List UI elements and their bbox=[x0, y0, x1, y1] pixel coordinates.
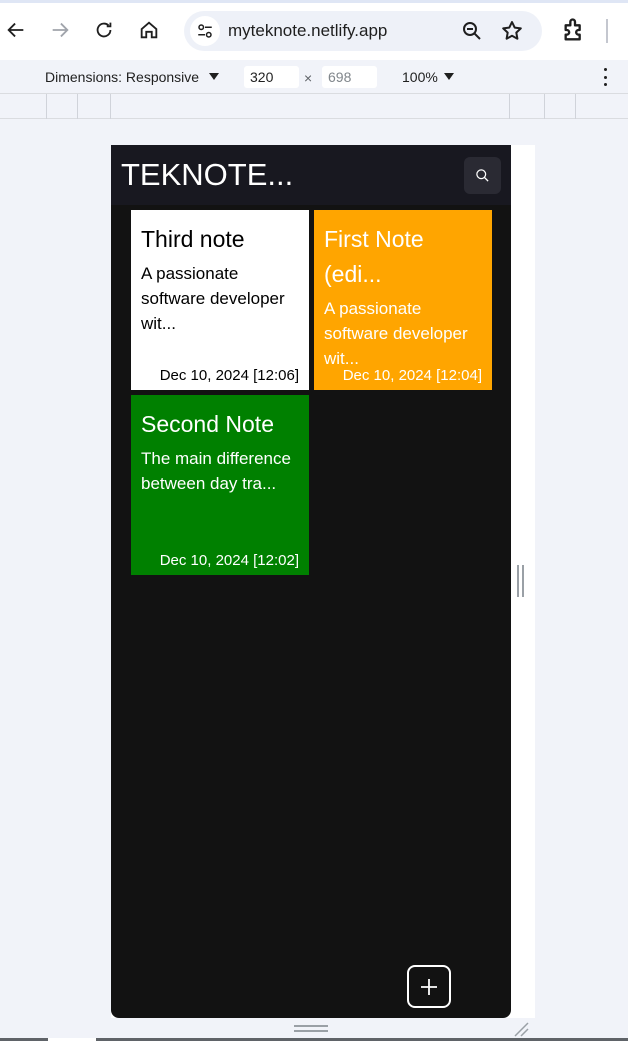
extensions-puzzle-icon bbox=[564, 18, 581, 41]
dimensions-dropdown[interactable]: Dimensions: Responsive bbox=[45, 69, 199, 85]
height-input[interactable]: 698 bbox=[322, 66, 377, 88]
bookmark-button[interactable] bbox=[500, 19, 524, 48]
note-title: First Note (edi... bbox=[324, 226, 424, 287]
note-card[interactable]: First Note (edi... A passionate software… bbox=[314, 210, 492, 390]
home-icon bbox=[140, 21, 158, 39]
tab-strip-edge bbox=[0, 0, 628, 3]
search-button[interactable] bbox=[464, 157, 501, 194]
address-bar[interactable]: myteknote.netlify.app bbox=[184, 11, 542, 51]
note-card[interactable]: Second Note The main difference between … bbox=[131, 395, 309, 575]
resize-corner-handle[interactable] bbox=[513, 1021, 529, 1037]
chevron-down-icon[interactable] bbox=[444, 73, 454, 80]
reload-button[interactable] bbox=[88, 14, 120, 46]
add-note-button[interactable] bbox=[407, 965, 451, 1008]
note-body: A passionate software developer wit... bbox=[324, 299, 468, 368]
site-settings-icon bbox=[198, 24, 212, 38]
back-arrow-icon bbox=[7, 22, 24, 38]
plus-icon bbox=[421, 978, 437, 995]
search-icon bbox=[476, 169, 489, 182]
note-title: Second Note bbox=[141, 411, 274, 437]
note-body: The main difference between day tra... bbox=[141, 449, 291, 493]
zoom-level-dropdown[interactable]: 100% bbox=[402, 69, 438, 85]
zoom-button[interactable] bbox=[460, 19, 484, 48]
browser-toolbar: myteknote.netlify.app bbox=[0, 0, 628, 60]
note-date: Dec 10, 2024 [12:04] bbox=[342, 367, 482, 384]
app-title: TEKNOTE... bbox=[121, 157, 294, 192]
note-date: Dec 10, 2024 [12:06] bbox=[159, 367, 299, 384]
resize-grip-icon bbox=[514, 1022, 529, 1037]
width-input[interactable]: 320 bbox=[244, 66, 299, 88]
extensions-button[interactable] bbox=[561, 16, 589, 49]
more-options-icon[interactable] bbox=[598, 68, 612, 86]
zoom-magnifier-icon bbox=[463, 22, 481, 40]
note-date: Dec 10, 2024 [12:02] bbox=[159, 552, 299, 569]
reload-icon bbox=[96, 22, 112, 38]
times-separator: × bbox=[304, 70, 313, 86]
app-header: TEKNOTE... bbox=[111, 145, 511, 205]
resize-handle-right[interactable] bbox=[517, 565, 525, 597]
app-viewport: TEKNOTE... Third note A passionate softw… bbox=[111, 145, 511, 1018]
toolbar-divider bbox=[606, 19, 608, 43]
note-title: Third note bbox=[141, 226, 245, 252]
resize-handle-bottom[interactable] bbox=[294, 1025, 328, 1033]
media-query-ruler[interactable] bbox=[0, 94, 628, 119]
home-button[interactable] bbox=[133, 14, 165, 46]
forward-arrow-icon bbox=[52, 22, 69, 38]
back-button[interactable] bbox=[0, 14, 32, 46]
url-text[interactable]: myteknote.netlify.app bbox=[228, 21, 387, 41]
note-card[interactable]: Third note A passionate software develop… bbox=[131, 210, 309, 390]
forward-button[interactable] bbox=[44, 14, 76, 46]
device-toolbar: Dimensions: Responsive 320 × 698 100% bbox=[0, 60, 628, 94]
note-body: A passionate software developer wit... bbox=[141, 264, 285, 333]
site-settings-button[interactable] bbox=[190, 16, 220, 46]
bookmark-star-icon bbox=[502, 21, 522, 40]
chevron-down-icon[interactable] bbox=[209, 73, 219, 80]
